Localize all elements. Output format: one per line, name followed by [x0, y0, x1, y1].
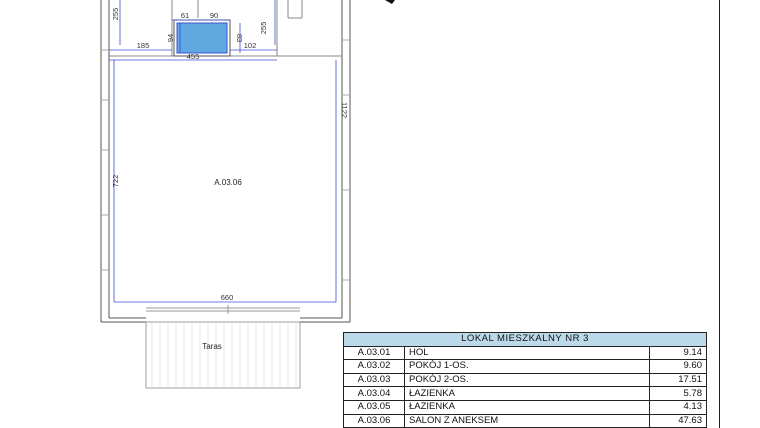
cell-name: SALON Z ANEKSEM: [404, 413, 650, 428]
table-title: LOKAL MIESZKALNY NR 3: [343, 332, 707, 347]
cell-code: A.03.05: [343, 399, 405, 415]
sheet-frame-right: [719, 0, 720, 428]
cell-area: 4.13: [649, 399, 707, 415]
table-row: A.03.06 SALON Z ANEKSEM 47.63: [343, 413, 707, 428]
north-arrow: [385, 0, 395, 4]
cell-code: A.03.04: [343, 386, 405, 401]
table-row: A.03.05 ŁAZIENKA 4.13: [343, 399, 707, 415]
cell-name: POKÓJ 1-OS.: [404, 359, 650, 374]
sink-fixture: [173, 19, 231, 57]
cell-code: A.03.03: [343, 372, 405, 388]
dim-top-right-vertical: 255: [259, 22, 268, 35]
cell-code: A.03.06: [343, 413, 405, 428]
dim-left-height: 722: [111, 175, 120, 188]
dim-right-height: 1122: [340, 102, 349, 118]
cell-area: 9.60: [649, 359, 707, 374]
cell-name: POKÓJ 2-OS.: [404, 372, 650, 388]
dim-top-left-vertical: 255: [111, 8, 120, 21]
dim-right-offset: 102: [244, 41, 257, 50]
cell-name: HOL: [404, 345, 650, 361]
dim-window-left-height: 94: [166, 34, 175, 42]
room-code-label: A.03.06: [214, 178, 242, 187]
terrace-label: Taras: [202, 342, 222, 351]
cell-area: 47.63: [649, 413, 707, 428]
dim-window-width: 90: [210, 11, 218, 20]
dim-window-right-height: 83: [235, 34, 244, 42]
cell-name: ŁAZIENKA: [404, 399, 650, 415]
cell-area: 9.14: [649, 345, 707, 361]
table-row: A.03.04 ŁAZIENKA 5.78: [343, 386, 707, 401]
cell-code: A.03.01: [343, 345, 405, 361]
dim-window-left: 61: [181, 11, 189, 20]
cell-area: 17.51: [649, 372, 707, 388]
cell-code: A.03.02: [343, 359, 405, 374]
table-row: A.03.02 POKÓJ 1-OS. 9.60: [343, 359, 707, 374]
cell-area: 5.78: [649, 386, 707, 401]
dim-bottom-width: 660: [221, 293, 234, 302]
dim-top-width: 455: [187, 52, 200, 61]
dim-left-offset: 185: [137, 41, 150, 50]
room-schedule-table: LOKAL MIESZKALNY NR 3 A.03.01 HOL 9.14 A.03…: [343, 332, 707, 428]
table-row: A.03.01 HOL 9.14: [343, 345, 707, 361]
table-header-row: LOKAL MIESZKALNY NR 3: [343, 332, 707, 347]
table-row: A.03.03 POKÓJ 2-OS. 17.51: [343, 372, 707, 388]
cell-name: ŁAZIENKA: [404, 386, 650, 401]
terrace: Taras: [145, 321, 301, 389]
